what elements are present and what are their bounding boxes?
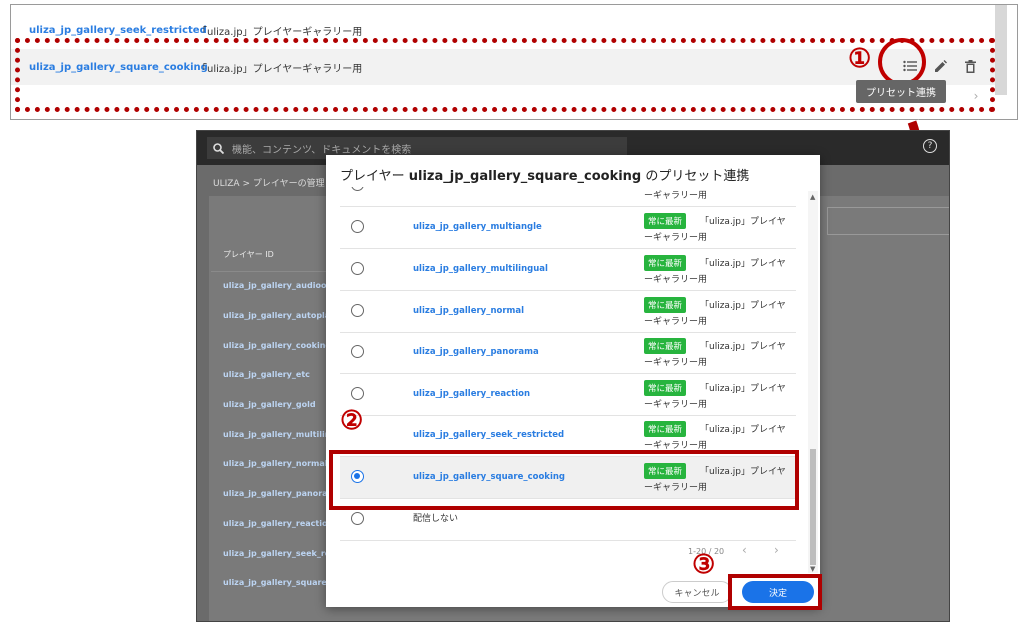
radio-button[interactable] xyxy=(351,304,364,317)
list-row[interactable]: ーギャラリー用 xyxy=(340,187,796,207)
list-item[interactable]: uliza_jp_gallery_panorama xyxy=(223,489,328,498)
scroll-down-icon[interactable]: ▼ xyxy=(810,565,815,573)
radio-button[interactable] xyxy=(351,345,364,358)
radio-button[interactable] xyxy=(351,262,364,275)
status-badge: 常に最新 xyxy=(644,380,687,396)
search-placeholder: 機能、コンテンツ、ドキュメントを検索 xyxy=(232,144,412,156)
step-3-label: ③ xyxy=(692,550,716,580)
breadcrumb: ULIZA > プレイヤーの管理 xyxy=(213,179,325,189)
list-item[interactable]: uliza_jp_gallery_cooking xyxy=(223,341,328,350)
list-item[interactable]: uliza_jp_gallery_etc xyxy=(223,370,328,379)
list-item[interactable]: uliza_jp_gallery_multilingual xyxy=(223,430,328,439)
divider xyxy=(211,271,326,272)
status-badge: 常に最新 xyxy=(644,338,687,354)
radio-button[interactable] xyxy=(351,220,364,233)
list-item[interactable]: uliza_jp_gallery_gold xyxy=(223,400,328,409)
preset-description: 「uliza.jp」プレイヤ xyxy=(700,384,786,394)
list-item[interactable]: uliza_jp_gallery_seek_restricted xyxy=(223,549,328,558)
preset-id: uliza_jp_gallery_multiangle xyxy=(413,222,542,232)
list-row[interactable]: uliza_jp_gallery_normal 常に最新 「uliza.jp」プ… xyxy=(340,291,796,333)
dialog-title: プレイヤー uliza_jp_gallery_square_cooking のプ… xyxy=(340,165,749,184)
help-icon[interactable]: ? xyxy=(923,139,937,153)
annotation-box-confirm xyxy=(728,574,822,610)
preset-description-2: ーギャラリー用 xyxy=(644,400,708,410)
preset-description: 「uliza.jp」プレイヤ xyxy=(700,259,786,269)
dialog-title-suffix: のプリセット連携 xyxy=(641,169,750,184)
no-delivery-label: 配信しない xyxy=(413,514,459,524)
scrollbar[interactable] xyxy=(995,5,1007,95)
column-header: プレイヤー ID xyxy=(223,250,274,259)
preset-description-2: ーギャラリー用 xyxy=(644,191,708,201)
preset-link-dialog: プレイヤー uliza_jp_gallery_square_cooking のプ… xyxy=(326,155,820,607)
search-icon xyxy=(213,142,224,154)
radio-button[interactable] xyxy=(351,187,364,191)
dialog-title-player-id: uliza_jp_gallery_square_cooking xyxy=(408,169,642,184)
list-row[interactable]: uliza_jp_gallery_multiangle 常に最新 「uliza.… xyxy=(340,207,796,249)
cancel-button[interactable]: キャンセル xyxy=(662,581,732,603)
trash-icon[interactable] xyxy=(961,57,979,75)
list-item[interactable]: uliza_jp_gallery_autoplay xyxy=(223,311,328,320)
preset-description-2: ーギャラリー用 xyxy=(644,233,708,243)
preset-id: uliza_jp_gallery_multilingual xyxy=(413,264,548,274)
status-badge: 常に最新 xyxy=(644,297,687,313)
preset-description-2: ーギャラリー用 xyxy=(644,275,708,285)
status-badge: 常に最新 xyxy=(644,255,687,271)
dialog-title-prefix: プレイヤー xyxy=(340,169,409,184)
annotation-box-selected-row xyxy=(329,450,799,510)
chevron-right-icon[interactable]: › xyxy=(969,89,983,103)
preset-id: uliza_jp_gallery_panorama xyxy=(413,347,539,357)
step-2-label: ② xyxy=(340,406,364,436)
list-item[interactable]: uliza_jp_gallery_normal xyxy=(223,459,328,468)
chevron-right-icon[interactable]: › xyxy=(774,543,779,557)
preset-description: 「uliza.jp」プレイヤ xyxy=(700,425,786,435)
scroll-up-icon[interactable]: ▲ xyxy=(810,193,815,201)
scrollbar-thumb[interactable] xyxy=(810,449,816,565)
status-badge: 常に最新 xyxy=(644,421,687,437)
step-1-label: ① xyxy=(848,44,872,74)
list-row[interactable]: uliza_jp_gallery_multilingual 常に最新 「uliz… xyxy=(340,249,796,291)
list-item[interactable]: uliza_jp_gallery_audioonly xyxy=(223,281,328,290)
preset-description: 「uliza.jp」プレイヤ xyxy=(700,217,786,227)
preset-id: uliza_jp_gallery_normal xyxy=(413,306,525,316)
list-row[interactable]: uliza_jp_gallery_panorama 常に最新 「uliza.jp… xyxy=(340,332,796,374)
player-description: 「uliza.jp」プレイヤーギャラリー用 xyxy=(197,26,363,38)
preset-id: uliza_jp_gallery_seek_restricted xyxy=(413,430,565,440)
chevron-left-icon[interactable]: ‹ xyxy=(742,543,747,557)
player-id-link[interactable]: uliza_jp_gallery_seek_restricted xyxy=(29,25,207,36)
preset-description: 「uliza.jp」プレイヤ xyxy=(700,301,786,311)
pencil-icon[interactable] xyxy=(931,57,949,75)
tooltip-preset-link: プリセット連携 xyxy=(856,80,946,103)
filter-input[interactable] xyxy=(827,207,949,235)
radio-button[interactable] xyxy=(351,387,364,400)
list-row[interactable]: uliza_jp_gallery_reaction 常に最新 「uliza.jp… xyxy=(340,374,796,416)
annotation-circle xyxy=(878,38,926,86)
radio-button[interactable] xyxy=(351,512,364,525)
preset-id: uliza_jp_gallery_reaction xyxy=(413,389,531,399)
preset-description-2: ーギャラリー用 xyxy=(644,358,708,368)
list-item[interactable]: uliza_jp_gallery_square_cooking xyxy=(223,578,328,587)
status-badge: 常に最新 xyxy=(644,213,687,229)
list-item[interactable]: uliza_jp_gallery_reaction xyxy=(223,519,328,528)
preset-description: 「uliza.jp」プレイヤ xyxy=(700,342,786,352)
preset-description-2: ーギャラリー用 xyxy=(644,317,708,327)
